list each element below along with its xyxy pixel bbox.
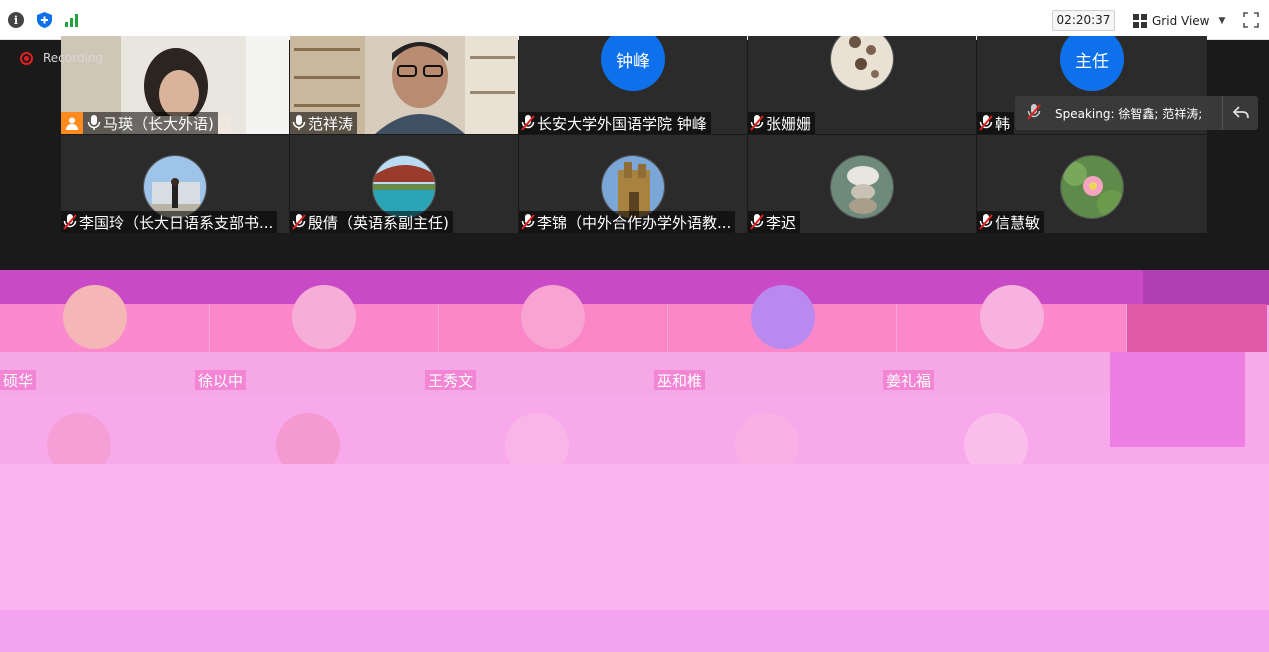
grid-view-label: Grid View [1152, 13, 1210, 28]
fullscreen-icon[interactable] [1243, 12, 1259, 28]
glitch-avatar [292, 285, 356, 349]
video-tile[interactable]: 李迟 [748, 135, 976, 233]
profile-photo [830, 36, 894, 91]
recording-dot-icon [20, 51, 33, 65]
profile-photo [372, 155, 436, 219]
microphone-icon [292, 115, 306, 131]
microphone-muted-icon [63, 214, 77, 230]
microphone-muted-icon [292, 214, 306, 230]
participant-name: 长安大学外国语学院 钟峰 [537, 114, 707, 133]
glitch-avatar [980, 285, 1044, 349]
glitch-band [0, 610, 1269, 652]
participant-nameplate: 李迟 [748, 211, 801, 233]
recording-indicator[interactable]: Recording [20, 51, 103, 65]
video-tile[interactable]: 殷倩（英语系副主任) [290, 135, 518, 233]
microphone-muted-icon [1027, 103, 1041, 123]
video-tile[interactable]: 范祥涛 [290, 36, 518, 134]
participant-nameplate: 信慧敏 [977, 211, 1045, 233]
participant-name: 马瑛（长大外语) [103, 114, 214, 133]
participant-name: 殷倩（英语系副主任) [308, 213, 449, 232]
recording-label: Recording [43, 51, 104, 65]
participant-name: 范祥涛 [308, 114, 354, 133]
host-user-icon [61, 112, 83, 134]
corrupted-video-region: 硕华 徐以中 王秀文 巫和椎 姜礼福 [0, 270, 1269, 652]
participant-name: 韩 [995, 114, 1011, 133]
glitch-avatar [521, 285, 585, 349]
glitched-name: 巫和椎 [654, 370, 706, 390]
microphone-muted-icon [750, 115, 764, 131]
participant-name: 李锦（中外合作办学外语教... [537, 213, 732, 232]
meeting-window: i 02:20:37 Grid View ▼ Recording 马瑛（长大外语… [0, 0, 1269, 652]
glitched-name: 硕华 [0, 370, 37, 390]
participant-name: 李迟 [766, 213, 797, 232]
participant-nameplate: 马瑛（长大外语) [61, 112, 218, 134]
microphone-icon [87, 115, 101, 131]
glitched-name: 姜礼福 [883, 370, 935, 390]
profile-photo [143, 155, 207, 219]
participant-name: 李国玲（长大日语系支部书... [79, 213, 274, 232]
grid-icon [1133, 13, 1147, 28]
shield-icon[interactable] [36, 12, 52, 28]
initials-avatar: 主任 [1060, 36, 1124, 91]
participant-nameplate: 韩 [977, 112, 1015, 134]
participant-nameplate: 殷倩（英语系副主任) [290, 211, 453, 233]
participant-nameplate: 范祥涛 [290, 112, 358, 134]
participant-nameplate: 李锦（中外合作办学外语教... [519, 211, 736, 233]
reply-arrow-icon[interactable] [1222, 96, 1258, 130]
video-tile[interactable]: 李锦（中外合作办学外语教... [519, 135, 747, 233]
meeting-timer: 02:20:37 [1052, 10, 1115, 31]
glitch-band [1110, 352, 1245, 447]
microphone-muted-icon [979, 214, 993, 230]
glitched-name: 王秀文 [425, 370, 477, 390]
grid-view-button[interactable]: Grid View ▼ [1126, 10, 1232, 31]
glitch-band [0, 464, 1269, 610]
glitched-name: 徐以中 [195, 370, 247, 390]
participant-name: 信慧敏 [995, 213, 1041, 232]
glitch-avatar [63, 285, 127, 349]
microphone-muted-icon [979, 115, 993, 131]
signal-icon[interactable] [64, 12, 80, 28]
microphone-muted-icon [750, 214, 764, 230]
profile-photo [1060, 155, 1124, 219]
info-icon[interactable]: i [8, 12, 24, 28]
active-speaker-banner: Speaking: 徐智鑫; 范祥涛; [1015, 96, 1258, 130]
video-tile[interactable]: 信慧敏 [977, 135, 1207, 233]
participant-nameplate: 张姗姗 [748, 112, 816, 134]
microphone-muted-icon [521, 115, 535, 131]
glitch-band [1143, 270, 1269, 305]
initials-avatar: 钟峰 [601, 36, 665, 91]
microphone-muted-icon [521, 214, 535, 230]
participant-nameplate: 长安大学外国语学院 钟峰 [519, 112, 711, 134]
glitch-avatar [751, 285, 815, 349]
participant-name: 张姗姗 [766, 114, 812, 133]
participant-nameplate: 李国玲（长大日语系支部书... [61, 211, 278, 233]
glitch-band [0, 352, 1110, 394]
video-tile[interactable]: 李国玲（长大日语系支部书... [61, 135, 289, 233]
top-toolbar: i 02:20:37 Grid View ▼ [0, 0, 1269, 40]
profile-photo [601, 155, 665, 219]
glitch-band [1127, 304, 1267, 352]
video-tile[interactable]: 张姗姗 [748, 36, 976, 134]
speaking-text: Speaking: 徐智鑫; 范祥涛; [1055, 106, 1203, 121]
video-tile[interactable]: 钟峰 长安大学外国语学院 钟峰 [519, 36, 747, 134]
chevron-down-icon: ▼ [1218, 15, 1226, 26]
profile-photo [830, 155, 894, 219]
